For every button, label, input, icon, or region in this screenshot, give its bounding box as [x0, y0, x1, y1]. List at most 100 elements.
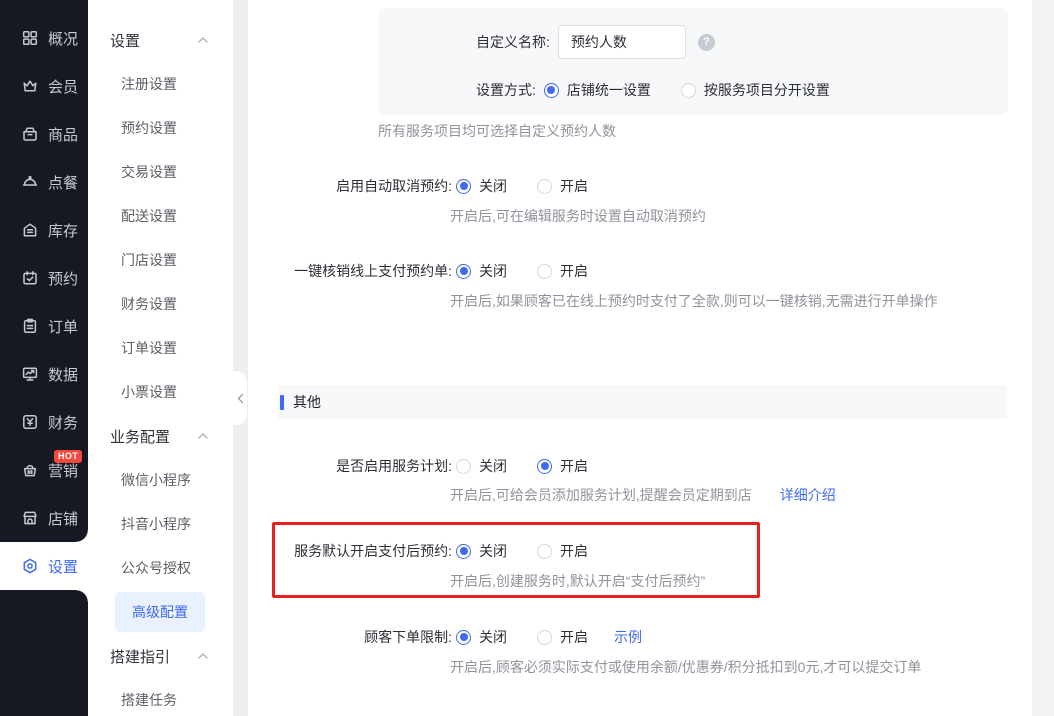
section-other: 其他 [278, 385, 1007, 419]
submenu-item-order-settings[interactable]: 订单设置 [88, 326, 233, 370]
goods-box-icon [23, 127, 37, 141]
custom-name-row: 自定义名称: [476, 25, 715, 59]
service-plan-label: 是否启用服务计划: [336, 458, 452, 474]
radio-option-on[interactable]: 开启 [537, 176, 588, 196]
sidebar-item-overview[interactable]: 概况 [0, 14, 88, 62]
help-icon[interactable] [697, 33, 715, 51]
radio-option-off[interactable]: 关闭 [456, 176, 507, 196]
radio-unselected-icon[interactable] [680, 82, 696, 98]
radio-option-on[interactable]: 开启 [537, 261, 588, 281]
sidebar-item-data[interactable]: 数据 [0, 350, 88, 398]
rounded-corner [76, 590, 88, 602]
submenu-item-official-account-auth[interactable]: 公众号授权 [88, 546, 233, 590]
radio-unselected-icon[interactable] [537, 629, 552, 645]
auto-cancel-radios: 关闭 开启 [456, 177, 588, 195]
radio-selected-icon[interactable] [456, 629, 471, 645]
submenu-item-receipt-settings[interactable]: 小票设置 [88, 370, 233, 414]
submenu-group-business-config[interactable]: 业务配置 [88, 414, 233, 458]
app-root: 概况 会员 商品 点餐 库存 预约 订单 数据 财务 营销 HOT 店铺 设置 … [0, 0, 1054, 716]
clipboard-icon [23, 318, 37, 333]
one-click-verify-radios: 关闭 开启 [456, 262, 588, 280]
service-plan-radios: 关闭 开启 [456, 457, 588, 475]
sidebar-item-settings[interactable]: 设置 [0, 530, 88, 602]
gear-icon [23, 558, 37, 574]
sidebar-item-finance[interactable]: 财务 [0, 398, 88, 446]
submenu-item-trade-settings[interactable]: 交易设置 [88, 150, 233, 194]
radio-selected-icon[interactable] [456, 263, 471, 279]
submenu-item-delivery-settings[interactable]: 配送设置 [88, 194, 233, 238]
sidebar-item-label: 点餐 [48, 174, 79, 192]
sidebar-item-label: 库存 [48, 222, 79, 240]
auto-cancel-helper: 开启后,可在编辑服务时设置自动取消预约 [450, 208, 706, 224]
sidebar-item-store[interactable]: 店铺 [0, 494, 88, 542]
custom-name-input[interactable] [557, 25, 686, 59]
sidebar-item-members[interactable]: 会员 [0, 62, 88, 110]
sidebar-item-label: 会员 [48, 78, 79, 96]
sidebar-item-label: 预约 [48, 270, 79, 288]
scrollbar-track [1032, 0, 1054, 716]
radio-unselected-icon[interactable] [537, 543, 552, 559]
auto-cancel-label: 启用自动取消预约: [336, 178, 452, 194]
submenu-item-setup-tasks[interactable]: 搭建任务 [88, 678, 233, 716]
radio-unselected-icon[interactable] [537, 263, 552, 279]
submenu-group-title: 设置 [110, 32, 141, 50]
yen-square-icon [23, 415, 37, 429]
order-limit-radios: 关闭 开启 示例 [456, 628, 642, 646]
set-mode-label: 设置方式: [476, 82, 536, 98]
submenu-group-setup-guide[interactable]: 搭建指引 [88, 634, 233, 678]
sidebar-item-label: 店铺 [48, 510, 79, 528]
submenu-group-title: 搭建指引 [110, 648, 171, 666]
radio-option-on[interactable]: 开启 [537, 627, 588, 647]
mode-option-unified[interactable]: 店铺统一设置 [543, 80, 651, 100]
submenu-item-finance-settings[interactable]: 财务设置 [88, 282, 233, 326]
submenu-item-advanced-config[interactable]: 高级配置 [88, 590, 233, 634]
submenu-item-wechat-miniprogram[interactable]: 微信小程序 [88, 458, 233, 502]
sidebar-item-orders[interactable]: 订单 [0, 302, 88, 350]
chevron-up-icon [198, 37, 208, 43]
mode-option-per-service[interactable]: 按服务项目分开设置 [680, 80, 830, 100]
grid-icon [22, 30, 38, 46]
detail-intro-link[interactable]: 详细介绍 [780, 487, 836, 503]
submenu-item-register-settings[interactable]: 注册设置 [88, 62, 233, 106]
radio-selected-icon[interactable] [456, 543, 471, 559]
radio-selected-icon[interactable] [537, 458, 552, 474]
hot-badge: HOT [54, 450, 83, 463]
panel-note: 所有服务项目均可选择自定义预约人数 [378, 123, 616, 139]
submenu-item-branch-settings[interactable]: 门店设置 [88, 238, 233, 282]
crown-icon [23, 80, 37, 92]
sidebar-item-products[interactable]: 商品 [0, 110, 88, 158]
example-link[interactable]: 示例 [614, 627, 642, 647]
sidebar-item-label: 设置 [48, 558, 79, 576]
submenu-item-appointment-settings[interactable]: 预约设置 [88, 106, 233, 150]
sidebar-collapse-handle[interactable] [233, 371, 247, 425]
dish-cloche-icon [22, 175, 38, 186]
submenu-group-title: 业务配置 [110, 428, 171, 446]
radio-option-off[interactable]: 关闭 [456, 627, 507, 647]
radio-unselected-icon[interactable] [456, 458, 471, 474]
primary-sidebar: 概况 会员 商品 点餐 库存 预约 订单 数据 财务 营销 HOT 店铺 设置 [0, 0, 88, 716]
submenu-group-settings[interactable]: 设置 [88, 18, 233, 62]
radio-option-off[interactable]: 关闭 [456, 456, 507, 476]
sidebar-item-ordering[interactable]: 点餐 [0, 158, 88, 206]
order-limit-label: 顾客下单限制: [364, 629, 452, 645]
warehouse-icon [23, 223, 37, 237]
sidebar-item-label: 财务 [48, 414, 79, 432]
sidebar-item-label: 商品 [48, 126, 79, 144]
sidebar-item-appointments[interactable]: 预约 [0, 254, 88, 302]
radio-selected-icon[interactable] [543, 82, 559, 98]
sidebar-item-inventory[interactable]: 库存 [0, 206, 88, 254]
pay-then-book-label: 服务默认开启支付后预约: [294, 543, 452, 559]
sidebar-item-label: 概况 [48, 30, 79, 48]
submenu-item-douyin-miniprogram[interactable]: 抖音小程序 [88, 502, 233, 546]
radio-selected-icon[interactable] [456, 178, 471, 194]
sidebar-item-marketing[interactable]: 营销 HOT [0, 446, 88, 494]
radio-option-on[interactable]: 开启 [537, 541, 588, 561]
pay-then-book-helper: 开启后,创建服务时,默认开启“支付后预约” [450, 573, 706, 589]
radio-option-off[interactable]: 关闭 [456, 541, 507, 561]
calendar-check-icon [23, 271, 37, 285]
radio-unselected-icon[interactable] [537, 178, 552, 194]
monitor-chart-icon [22, 367, 38, 381]
custom-name-label: 自定义名称: [476, 34, 550, 50]
radio-option-off[interactable]: 关闭 [456, 261, 507, 281]
radio-option-on[interactable]: 开启 [537, 456, 588, 476]
